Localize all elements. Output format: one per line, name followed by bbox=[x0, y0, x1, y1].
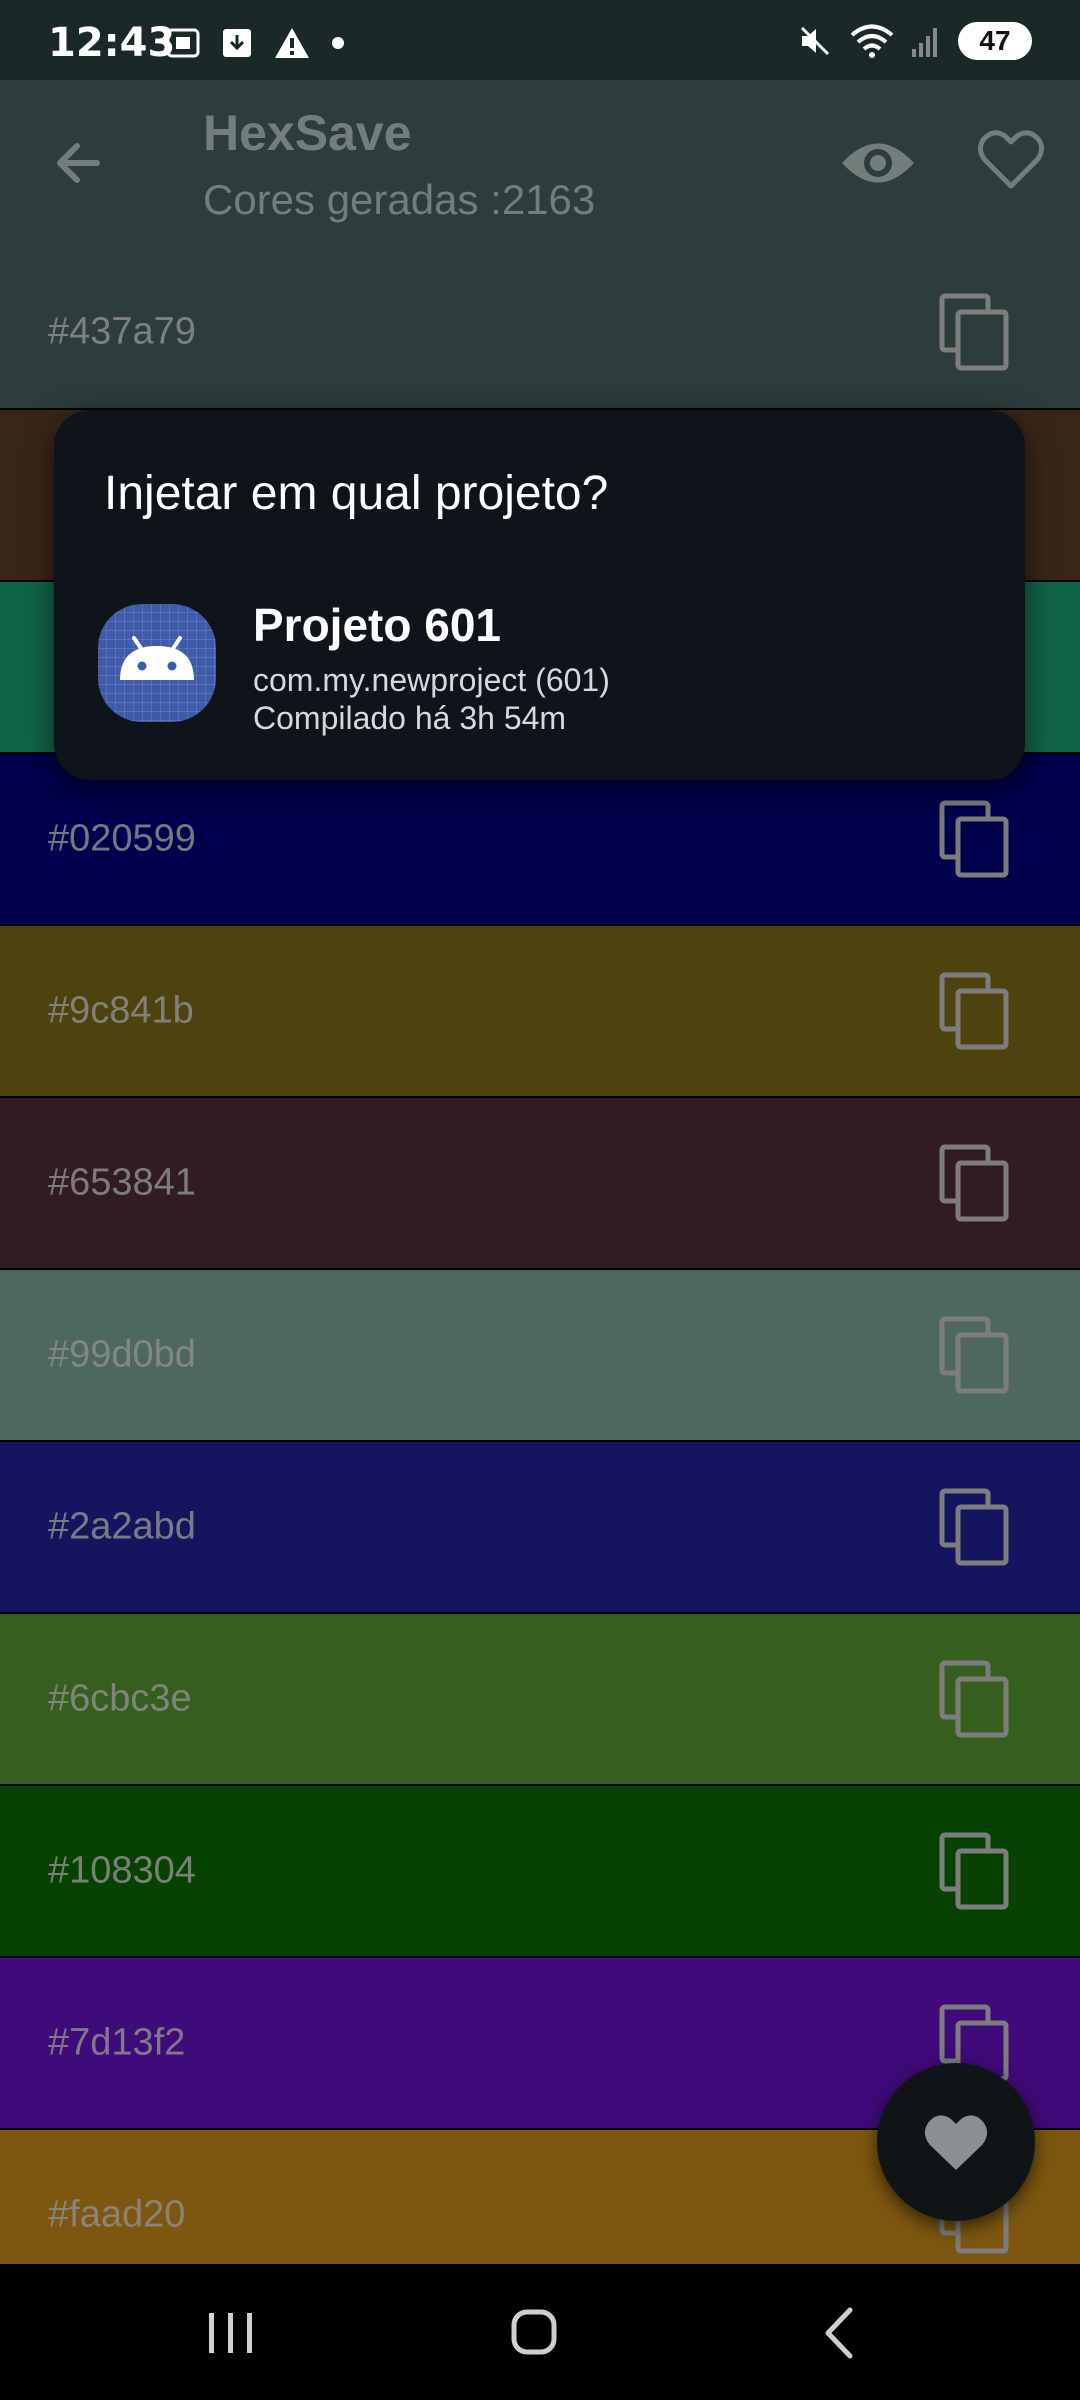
hex-code-label: #faad20 bbox=[48, 2193, 186, 2236]
hex-code-label: #99d0bd bbox=[48, 1333, 196, 1376]
color-row: #108304 bbox=[0, 1786, 1080, 1958]
copy-icon[interactable] bbox=[938, 292, 1010, 372]
navigation-bar bbox=[0, 2264, 1080, 2400]
copy-icon[interactable] bbox=[938, 971, 1010, 1051]
project-package: com.my.newproject (601) bbox=[253, 662, 610, 698]
project-compiled-time: Compilado há 3h 54m bbox=[253, 700, 567, 736]
dot-icon bbox=[332, 37, 344, 49]
wifi-icon bbox=[850, 24, 894, 58]
back-nav-icon[interactable] bbox=[820, 2306, 860, 2360]
hex-code-label: #6cbc3e bbox=[48, 1677, 192, 1720]
color-row: #6cbc3e bbox=[0, 1614, 1080, 1786]
recent-apps-icon[interactable] bbox=[205, 2310, 257, 2356]
color-row: #2a2abd bbox=[0, 1442, 1080, 1614]
status-bar: 12:43 47 bbox=[0, 0, 1080, 80]
battery-indicator: 47 bbox=[958, 22, 1032, 60]
hex-code-label: #020599 bbox=[48, 817, 196, 860]
favorite-fab[interactable] bbox=[877, 2063, 1035, 2221]
generated-count: Cores geradas :2163 bbox=[203, 176, 596, 223]
hex-code-label: #653841 bbox=[48, 1161, 196, 1204]
color-row: #437a79 bbox=[0, 256, 1080, 410]
color-row: #99d0bd bbox=[0, 1270, 1080, 1442]
home-icon[interactable] bbox=[510, 2308, 558, 2356]
copy-icon[interactable] bbox=[938, 1659, 1010, 1739]
download-box-icon bbox=[223, 29, 251, 57]
heart-icon bbox=[924, 2115, 988, 2170]
notification-icons bbox=[165, 26, 345, 60]
copy-icon[interactable] bbox=[938, 799, 1010, 879]
signal-icon bbox=[912, 28, 937, 57]
hex-code-label: #2a2abd bbox=[48, 1505, 196, 1548]
hex-code-label: #437a79 bbox=[48, 310, 196, 353]
hex-code-label: #9c841b bbox=[48, 989, 194, 1032]
battery-level: 47 bbox=[979, 25, 1011, 56]
copy-icon[interactable] bbox=[938, 1487, 1010, 1567]
android-icon bbox=[98, 604, 216, 722]
hex-code-label: #7d13f2 bbox=[48, 2021, 186, 2064]
color-row: #653841 bbox=[0, 1098, 1080, 1270]
app-title: HexSave bbox=[203, 105, 412, 161]
copy-icon[interactable] bbox=[938, 1831, 1010, 1911]
arrow-left-icon[interactable] bbox=[45, 128, 115, 198]
project-list-item[interactable]: Projeto 601 com.my.newproject (601) Comp… bbox=[98, 586, 988, 736]
screenshot-icon bbox=[166, 28, 200, 58]
status-time: 12:43 bbox=[48, 20, 176, 66]
mute-icon bbox=[800, 26, 830, 56]
copy-icon[interactable] bbox=[938, 1143, 1010, 1223]
eye-icon[interactable] bbox=[838, 128, 918, 198]
dialog-title: Injetar em qual projeto? bbox=[104, 467, 609, 520]
copy-icon[interactable] bbox=[938, 1315, 1010, 1395]
color-row: #9c841b bbox=[0, 926, 1080, 1098]
inject-project-dialog: Injetar em qual projeto? Projeto 601 com… bbox=[54, 410, 1025, 780]
project-name: Projeto 601 bbox=[253, 599, 501, 651]
hex-code-label: #108304 bbox=[48, 1849, 196, 1892]
system-icons: 47 bbox=[798, 22, 1032, 60]
app-bar: HexSave Cores geradas :2163 bbox=[0, 80, 1080, 256]
warning-icon bbox=[275, 28, 309, 58]
heart-outline-icon[interactable] bbox=[975, 124, 1047, 196]
